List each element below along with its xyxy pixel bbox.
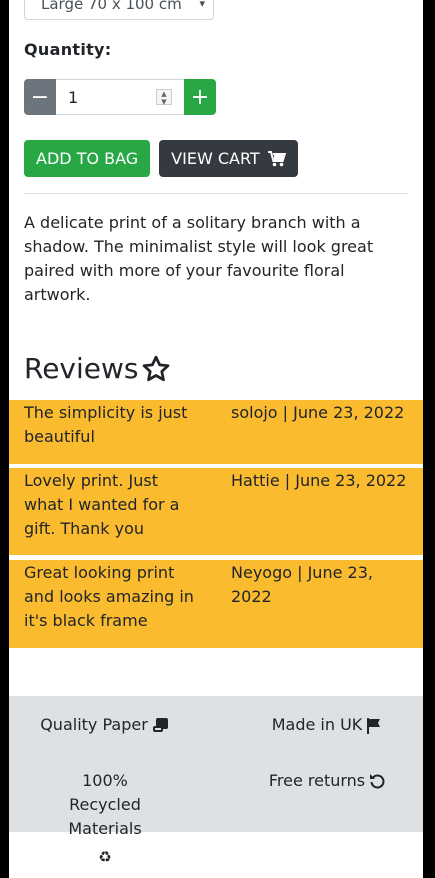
product-description: A delicate print of a solitary branch wi… (24, 213, 374, 304)
flag-icon (367, 717, 381, 734)
view-cart-label: VIEW CART (171, 149, 260, 168)
plus-icon: + (190, 84, 210, 110)
feature-label: 100% Recycled Materials (68, 771, 142, 838)
feature-label: Made in UK (271, 715, 363, 734)
product-page: Large 70 x 100 cm ▾ Quantity: − 1 ▲ ▼ + A… (9, 0, 423, 878)
shopping-cart-icon (267, 150, 286, 166)
feature-label: Quality Paper (40, 715, 148, 734)
recycle-icon: ♻ (98, 848, 112, 866)
size-select[interactable]: Large 70 x 100 cm ▾ (24, 0, 214, 20)
view-cart-button[interactable]: VIEW CART (159, 140, 298, 177)
purchase-actions: ADD TO BAG VIEW CART (24, 140, 298, 177)
minus-icon: − (30, 84, 50, 110)
quantity-stepper: − 1 ▲ ▼ + (24, 79, 216, 115)
feature-recycled: 100% Recycled Materials ♻ (44, 769, 166, 869)
decrease-quantity-button[interactable]: − (24, 79, 56, 115)
feature-made-in-uk: Made in UK (231, 713, 423, 737)
review-text: Lovely print. Just what I wanted for a g… (24, 471, 180, 538)
undo-icon (370, 774, 385, 789)
reviews-title: Reviews (24, 352, 139, 385)
features-panel: Quality Paper Made in UK 100% Recycled M… (9, 696, 423, 866)
review-meta: solojo | June 23, 2022 (231, 403, 405, 422)
review-text: The simplicity is just beautiful (24, 403, 188, 446)
review-text: Great looking print and looks amazing in… (24, 563, 194, 630)
size-select-value: Large 70 x 100 cm (41, 0, 182, 13)
scroll-icon (152, 718, 168, 732)
feature-label: Free returns (268, 771, 366, 790)
reviews-heading: Reviews (24, 352, 171, 385)
quantity-input[interactable]: 1 ▲ ▼ (56, 79, 184, 115)
review-item: Great looking print and looks amazing in… (9, 560, 423, 648)
review-meta: Hattie | June 23, 2022 (231, 471, 407, 490)
chevron-down-icon: ▾ (199, 0, 205, 10)
spinner-arrows-icon[interactable]: ▲ ▼ (156, 89, 172, 106)
quantity-value: 1 (68, 88, 79, 107)
feature-quality-paper: Quality Paper (9, 713, 201, 737)
increase-quantity-button[interactable]: + (184, 79, 216, 115)
review-meta: Neyogo | June 23, 2022 (231, 563, 373, 606)
review-item: Lovely print. Just what I wanted for a g… (9, 468, 423, 555)
quantity-label: Quantity: (24, 40, 112, 59)
feature-free-returns: Free returns (231, 769, 423, 793)
review-item: The simplicity is just beautiful solojo … (9, 400, 423, 464)
star-icon[interactable] (141, 354, 171, 384)
divider (24, 193, 408, 194)
add-to-bag-button[interactable]: ADD TO BAG (24, 140, 151, 177)
add-to-bag-label: ADD TO BAG (36, 149, 139, 168)
